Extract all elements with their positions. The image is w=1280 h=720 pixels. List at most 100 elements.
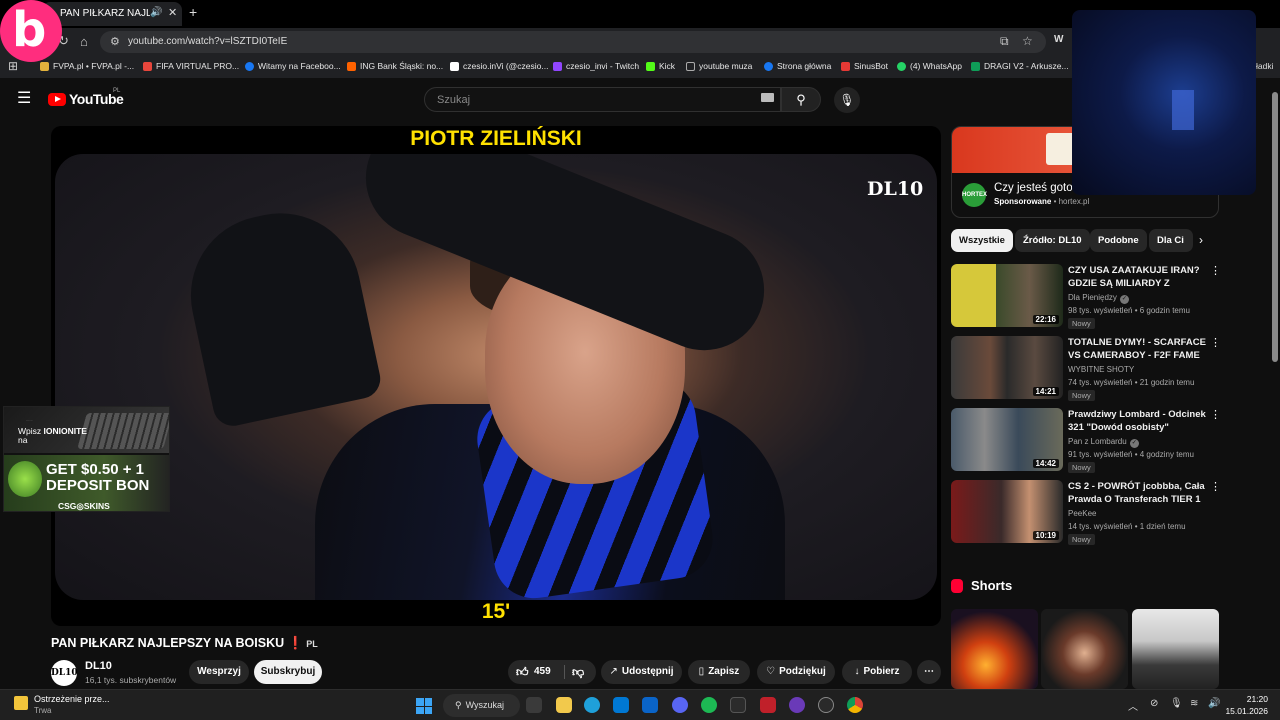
bookmark-item[interactable]: Strona główna [764,61,831,71]
all-bookmarks-link[interactable]: ładki [1256,61,1273,71]
bookmark-item[interactable]: (4) WhatsApp [897,61,962,71]
short-thumbnail[interactable] [1041,609,1128,689]
thanks-button[interactable]: ♡ Podziękuj [757,660,835,684]
recommendation-title[interactable]: CZY USA ZAATAKUJE IRAN? GDZIE SĄ MILIARD… [1068,264,1206,290]
bookmark-item[interactable]: Kick [646,61,675,71]
video-thumbnail[interactable]: 22:16 [951,264,1063,327]
task-view-icon[interactable] [526,697,542,713]
browser-tab[interactable]: PAN PIŁKARZ NAJLEPSZY 🔊 ✕ [42,2,182,26]
search-box[interactable] [424,87,781,112]
recommendation-item[interactable]: 10:19 CS 2 - POWRÓT jcobbba, Cała Prawda… [951,480,1221,545]
short-thumbnail[interactable] [1132,609,1219,689]
download-button[interactable]: ↓ Pobierz [842,660,912,684]
store-icon[interactable] [613,697,629,713]
more-vertical-icon[interactable]: ⋮ [1210,336,1221,349]
video-overlay-minute: 15' [481,600,511,623]
hamburger-menu-icon[interactable]: ☰ [17,88,31,108]
close-icon[interactable]: ✕ [168,6,177,19]
recommendation-channel[interactable]: PeeKee [1068,509,1096,518]
bookmark-item[interactable]: FVPA.pl • FVPA.pl -... [40,61,134,71]
recommendation-title[interactable]: TOTALNE DYMY! - SCARFACE VS CAMERABOY - … [1068,336,1206,362]
recommendation-channel[interactable]: Pan z Lombardu ✓ [1068,437,1139,448]
obs-icon[interactable] [818,697,834,713]
clock-time[interactable]: 21:20 [1228,694,1268,704]
terminal-icon[interactable] [730,697,746,713]
discord-icon[interactable] [672,697,688,713]
chip-for-you[interactable]: Dla Ci [1149,229,1193,252]
chevron-right-icon[interactable]: › [1199,233,1203,247]
recommendation-title[interactable]: Prawdziwy Lombard - Odcinek 321 "Dowód o… [1068,408,1206,434]
outlook-icon[interactable] [642,697,658,713]
search-input[interactable] [437,92,737,108]
network-icon[interactable]: ⊘ [1150,698,1158,709]
recommendation-channel[interactable]: Dla Pieniędzy ✓ [1068,293,1129,304]
video-thumbnail[interactable]: 10:19 [951,480,1063,543]
warning-icon[interactable] [14,696,28,710]
recommendation-meta: 98 tys. wyświetleń • 6 godzin temu [1068,306,1190,315]
support-button[interactable]: Wesprzyj [189,660,249,684]
edge-icon[interactable] [584,697,600,713]
volume-icon[interactable]: 🔊 [1208,698,1220,709]
recommendation-title[interactable]: CS 2 - POWRÓT jcobbba, Cała Prawda O Tra… [1068,480,1206,506]
more-vertical-icon[interactable]: ⋮ [1210,480,1221,493]
video-player[interactable]: PIOTR ZIELIŃSKI DL10 15' [51,126,941,626]
bookmark-item[interactable]: ING Bank Śląski: no... [347,61,443,71]
cast-icon[interactable]: ⧉ [1000,34,1009,49]
subscribe-button[interactable]: Subskrybuj [254,660,322,684]
scrollbar-thumb[interactable] [1272,92,1278,362]
file-explorer-icon[interactable] [556,697,572,713]
bookmark-item[interactable]: Witamy na Faceboo... [245,61,341,71]
short-thumbnail[interactable] [951,609,1038,689]
channel-name[interactable]: DL10 [85,660,112,672]
url-text[interactable]: youtube.com/watch?v=lSZTDI0TeIE [128,36,287,47]
video-thumbnail[interactable]: 14:21 [951,336,1063,399]
more-vertical-icon[interactable]: ⋮ [1210,408,1221,421]
extension-icon[interactable]: W [1054,34,1063,45]
ad-overlay[interactable]: ...... Wpisz IONIONITE na GET $0.50 + 1 … [3,406,170,512]
windows-start-icon[interactable] [416,698,432,714]
recommendation-item[interactable]: 14:21 TOTALNE DYMY! - SCARFACE VS CAMERA… [951,336,1221,401]
home-icon[interactable]: ⌂ [80,34,88,49]
share-button[interactable]: ↗ Udostępnij [601,660,682,684]
wifi-icon[interactable]: ≋ [1190,698,1198,709]
omnibox[interactable]: ⚙ youtube.com/watch?v=lSZTDI0TeIE ⧉ ☆ [100,31,1046,53]
more-vertical-icon[interactable]: ⋮ [1210,264,1221,277]
bookmark-item[interactable]: czesio.inVi (@czesio... [450,61,548,71]
bookmark-item[interactable]: FIFA VIRTUAL PRO... [143,61,239,71]
app-icon[interactable] [789,697,805,713]
chip-similar[interactable]: Podobne [1090,229,1147,252]
webcam-overlay [1072,10,1256,195]
like-button[interactable]: 👍︎ 459 [508,660,563,684]
channel-avatar[interactable]: DL10 [51,660,78,686]
page-scrollbar[interactable] [1270,78,1280,688]
speaker-icon[interactable]: 🔊 [150,7,162,18]
bookmark-item[interactable]: SinusBot [841,61,888,71]
chevron-up-icon[interactable]: ︿ [1128,698,1138,713]
recommendation-item[interactable]: 22:16 CZY USA ZAATAKUJE IRAN? GDZIE SĄ M… [951,264,1221,329]
recommendation-channel[interactable]: WYBITNE SHOTY [1068,365,1134,374]
bookmark-item[interactable]: youtube muza [686,61,752,71]
thumbs-down-icon[interactable]: 👎︎ [572,660,584,684]
spotify-icon[interactable] [701,697,717,713]
apps-grid-icon[interactable]: ⊞ [8,59,18,73]
keyboard-icon[interactable] [761,93,774,102]
video-thumbnail[interactable]: 14:42 [951,408,1063,471]
bookmark-item[interactable]: DRAGI V2 - Arkusze... [971,61,1069,71]
warning-title[interactable]: Ostrzeżenie prze... [34,694,110,704]
mic-icon[interactable]: 🎙 [1170,698,1183,709]
search-button[interactable]: ⚲ [781,87,821,112]
clock-date[interactable]: 15.01.2026 [1220,706,1268,716]
taskbar-search[interactable]: ⚲ Wyszukaj [443,694,520,717]
site-info-icon[interactable]: ⚙ [110,35,120,48]
bookmark-star-icon[interactable]: ☆ [1022,34,1033,48]
voice-search-button[interactable]: 🎙 [834,87,860,113]
save-button[interactable]: ▯ Zapisz [688,660,750,684]
app-icon[interactable] [760,697,776,713]
bookmark-item[interactable]: czesio_invi - Twitch [553,61,639,71]
chip-all[interactable]: Wszystkie [951,229,1013,252]
new-tab-icon[interactable]: + [189,4,197,20]
chrome-icon[interactable] [847,697,863,713]
more-actions-button[interactable]: ⋯ [917,660,941,684]
chip-source[interactable]: Źródło: DL10 [1015,229,1090,252]
recommendation-item[interactable]: 14:42 Prawdziwy Lombard - Odcinek 321 "D… [951,408,1221,473]
